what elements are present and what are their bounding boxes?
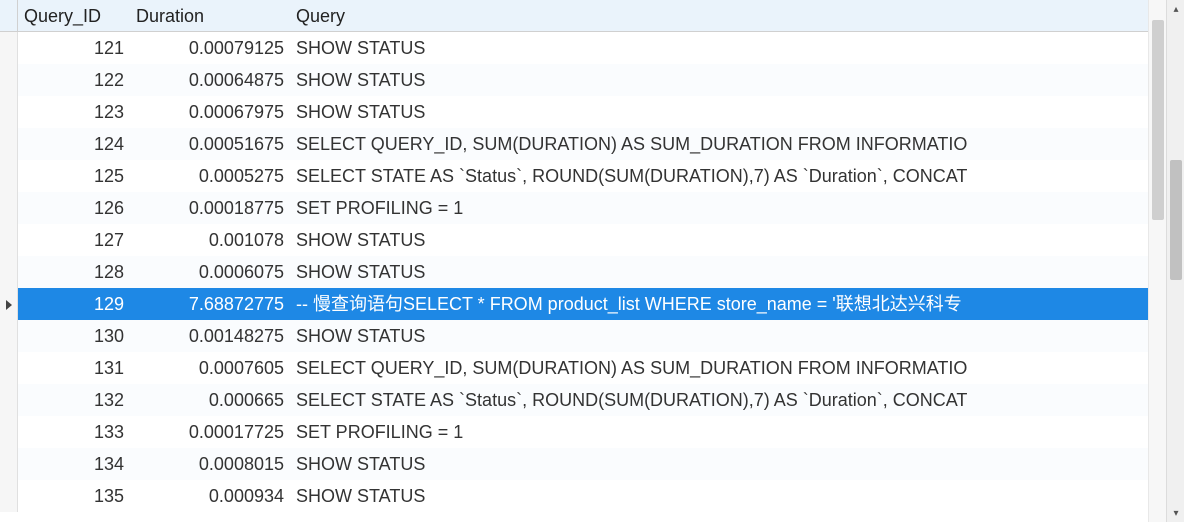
cell-duration[interactable]: 0.000665: [130, 384, 290, 416]
table-row[interactable]: 1320.000665SELECT STATE AS `Status`, ROU…: [0, 384, 1148, 416]
cell-query[interactable]: SHOW STATUS: [290, 64, 1148, 96]
inner-vertical-scrollbar[interactable]: [1148, 0, 1166, 522]
scroll-up-arrow-icon[interactable]: ▴: [1167, 0, 1184, 18]
cell-duration[interactable]: 0.00051675: [130, 128, 290, 160]
cell-query-id[interactable]: 126: [18, 192, 130, 224]
table-row[interactable]: 1280.0006075SHOW STATUS: [0, 256, 1148, 288]
cell-query-id[interactable]: 127: [18, 224, 130, 256]
cell-query[interactable]: SELECT STATE AS `Status`, ROUND(SUM(DURA…: [290, 160, 1148, 192]
cell-query[interactable]: SHOW STATUS: [290, 480, 1148, 512]
outer-vertical-scrollbar[interactable]: ▴ ▾: [1166, 0, 1184, 522]
cell-query-id[interactable]: 128: [18, 256, 130, 288]
cell-query-id[interactable]: 130: [18, 320, 130, 352]
table-row[interactable]: 1297.68872775-- 慢查询语句SELECT * FROM produ…: [0, 288, 1148, 320]
row-gutter[interactable]: [0, 256, 18, 288]
cell-query-id[interactable]: 121: [18, 32, 130, 64]
cell-duration[interactable]: 0.0008015: [130, 448, 290, 480]
cell-query-id[interactable]: 124: [18, 128, 130, 160]
scroll-down-arrow-icon[interactable]: ▾: [1167, 504, 1184, 522]
table-row[interactable]: 1310.0007605SELECT QUERY_ID, SUM(DURATIO…: [0, 352, 1148, 384]
row-gutter[interactable]: [0, 32, 18, 64]
cell-duration[interactable]: 0.00079125: [130, 32, 290, 64]
cell-duration[interactable]: 0.00017725: [130, 416, 290, 448]
cell-query[interactable]: SET PROFILING = 1: [290, 416, 1148, 448]
cell-query[interactable]: SHOW STATUS: [290, 448, 1148, 480]
row-gutter[interactable]: [0, 160, 18, 192]
table-row[interactable]: 1340.0008015SHOW STATUS: [0, 448, 1148, 480]
cell-duration[interactable]: 0.00067975: [130, 96, 290, 128]
cell-query[interactable]: SELECT QUERY_ID, SUM(DURATION) AS SUM_DU…: [290, 128, 1148, 160]
cell-query[interactable]: -- 慢查询语句SELECT * FROM product_list WHERE…: [290, 288, 1148, 320]
cell-duration[interactable]: 0.001078: [130, 224, 290, 256]
table-row[interactable]: 1270.001078SHOW STATUS: [0, 224, 1148, 256]
cell-query[interactable]: SHOW STATUS: [290, 256, 1148, 288]
cell-query-id[interactable]: 135: [18, 480, 130, 512]
cell-duration[interactable]: 0.00148275: [130, 320, 290, 352]
cell-query[interactable]: SHOW STATUS: [290, 224, 1148, 256]
results-grid[interactable]: Query_ID Duration Query 1210.00079125SHO…: [0, 0, 1148, 522]
cell-query-id[interactable]: 123: [18, 96, 130, 128]
row-gutter[interactable]: [0, 384, 18, 416]
cell-duration[interactable]: 0.0007605: [130, 352, 290, 384]
table-header[interactable]: Query_ID Duration Query: [0, 0, 1148, 32]
cell-duration[interactable]: 0.00018775: [130, 192, 290, 224]
row-gutter[interactable]: [0, 96, 18, 128]
row-gutter[interactable]: [0, 128, 18, 160]
row-gutter-header: [0, 0, 18, 31]
cell-query-id[interactable]: 134: [18, 448, 130, 480]
table-row[interactable]: 1300.00148275SHOW STATUS: [0, 320, 1148, 352]
inner-scroll-thumb[interactable]: [1152, 20, 1164, 220]
row-gutter[interactable]: [0, 320, 18, 352]
cell-duration[interactable]: 0.0006075: [130, 256, 290, 288]
cell-query-id[interactable]: 132: [18, 384, 130, 416]
cell-query[interactable]: SELECT QUERY_ID, SUM(DURATION) AS SUM_DU…: [290, 352, 1148, 384]
table-row[interactable]: 1230.00067975SHOW STATUS: [0, 96, 1148, 128]
query-results-panel: Query_ID Duration Query 1210.00079125SHO…: [0, 0, 1184, 522]
row-gutter[interactable]: [0, 352, 18, 384]
table-row[interactable]: 1250.0005275SELECT STATE AS `Status`, RO…: [0, 160, 1148, 192]
current-row-marker-icon: [6, 300, 12, 310]
table-row[interactable]: 1350.000934SHOW STATUS: [0, 480, 1148, 512]
row-gutter[interactable]: [0, 288, 18, 320]
outer-scroll-thumb[interactable]: [1170, 160, 1182, 280]
cell-query-id[interactable]: 125: [18, 160, 130, 192]
table-row[interactable]: 1210.00079125SHOW STATUS: [0, 32, 1148, 64]
cell-query-id[interactable]: 122: [18, 64, 130, 96]
cell-duration[interactable]: 0.00064875: [130, 64, 290, 96]
row-gutter[interactable]: [0, 416, 18, 448]
cell-query[interactable]: SHOW STATUS: [290, 320, 1148, 352]
table-row[interactable]: 1240.00051675SELECT QUERY_ID, SUM(DURATI…: [0, 128, 1148, 160]
column-header-query-id[interactable]: Query_ID: [18, 0, 130, 31]
table-row[interactable]: 1330.00017725SET PROFILING = 1: [0, 416, 1148, 448]
cell-query[interactable]: SET PROFILING = 1: [290, 192, 1148, 224]
cell-duration[interactable]: 0.0005275: [130, 160, 290, 192]
cell-query-id[interactable]: 131: [18, 352, 130, 384]
row-gutter[interactable]: [0, 224, 18, 256]
cell-query-id[interactable]: 129: [18, 288, 130, 320]
row-gutter[interactable]: [0, 448, 18, 480]
cell-query[interactable]: SHOW STATUS: [290, 32, 1148, 64]
column-header-duration[interactable]: Duration: [130, 0, 290, 31]
results-table: Query_ID Duration Query 1210.00079125SHO…: [0, 0, 1148, 512]
row-gutter[interactable]: [0, 480, 18, 512]
cell-duration[interactable]: 7.68872775: [130, 288, 290, 320]
cell-query-id[interactable]: 133: [18, 416, 130, 448]
cell-query[interactable]: SHOW STATUS: [290, 96, 1148, 128]
row-gutter[interactable]: [0, 192, 18, 224]
cell-query[interactable]: SELECT STATE AS `Status`, ROUND(SUM(DURA…: [290, 384, 1148, 416]
row-gutter[interactable]: [0, 64, 18, 96]
table-row[interactable]: 1260.00018775SET PROFILING = 1: [0, 192, 1148, 224]
column-header-query[interactable]: Query: [290, 0, 1148, 31]
table-row[interactable]: 1220.00064875SHOW STATUS: [0, 64, 1148, 96]
cell-duration[interactable]: 0.000934: [130, 480, 290, 512]
